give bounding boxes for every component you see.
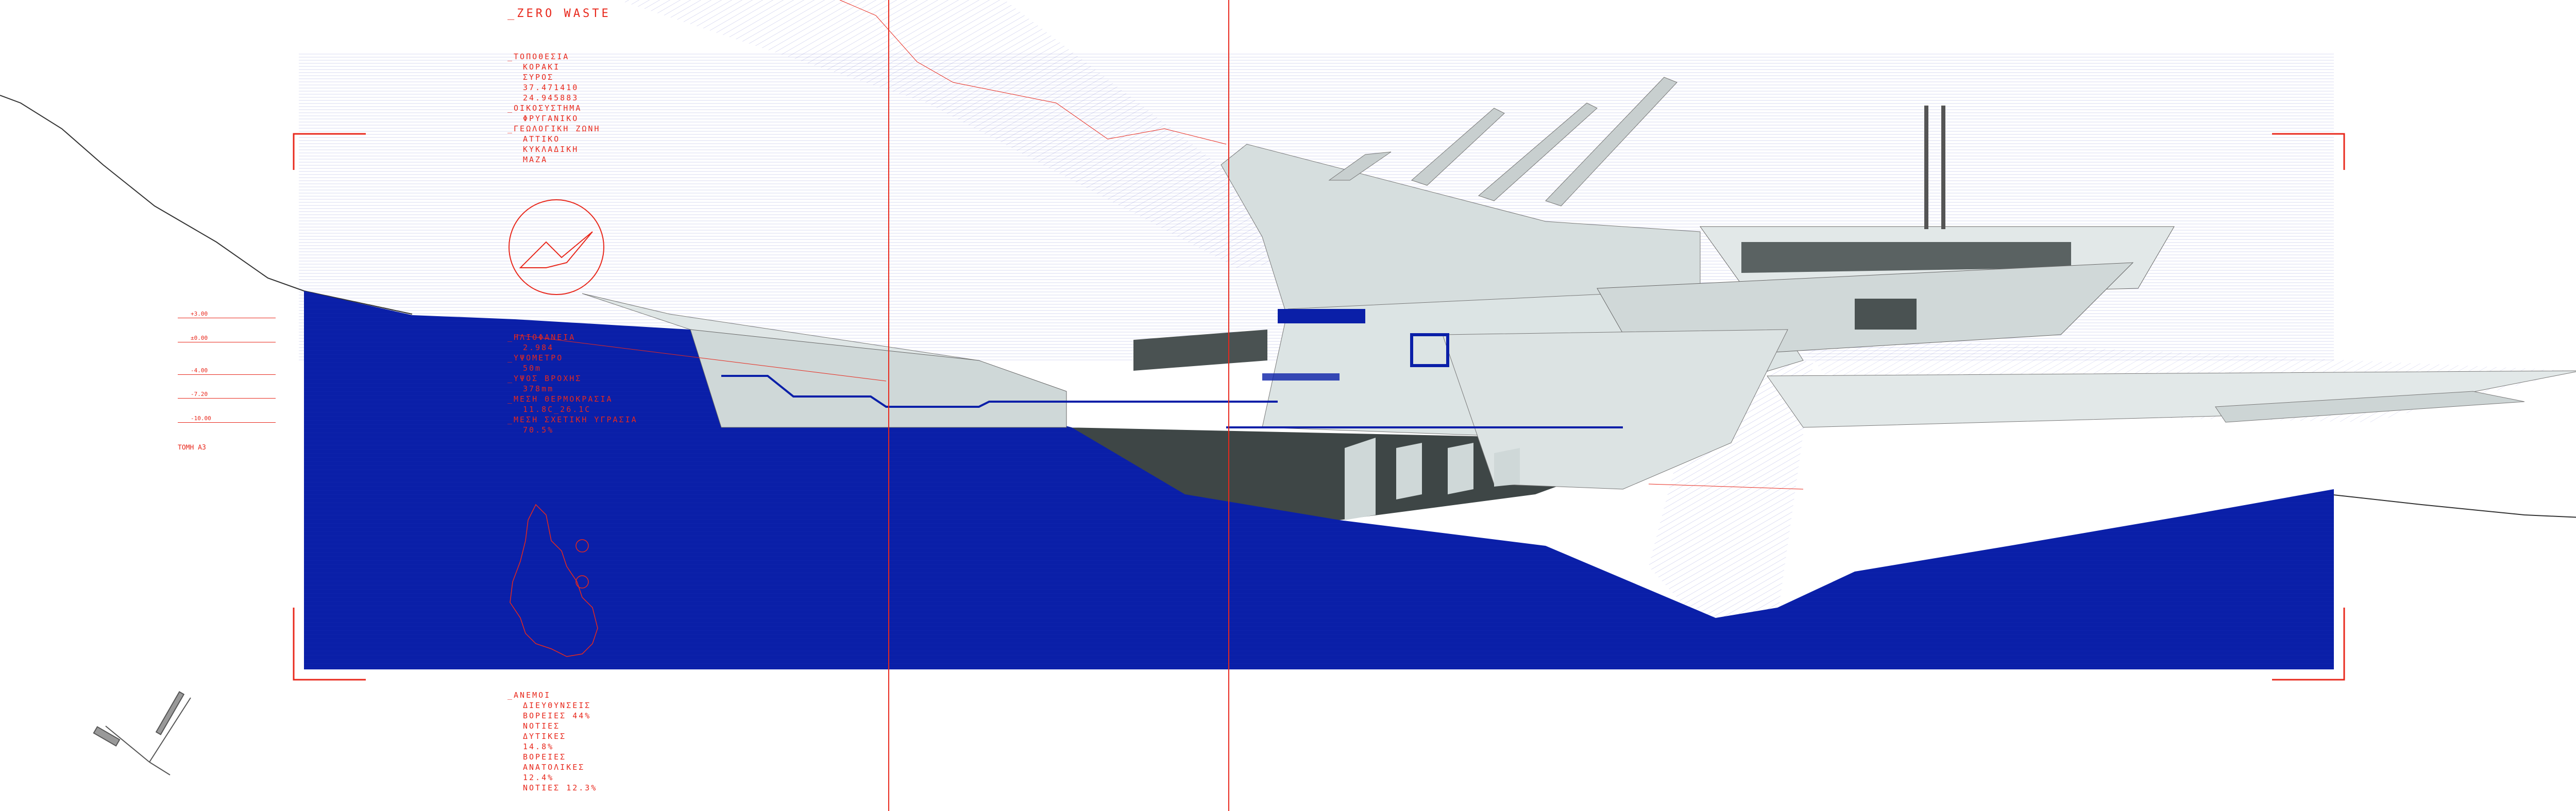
- terrain-profile-right: [2328, 494, 2576, 518]
- wind-info-block: _ΑΝΕΜΟΙ ΔΙΕΥΘΥΝΣΕΙΣ ΒΟΡΕΙΕΣ 44% ΝΟΤΙΕΣ Δ…: [507, 691, 598, 792]
- site-info-block: _ΤΟΠΟΘΕΣΙΑ ΚΟΡΑΚΙ ΣΥΡΟΣ 37.471410 24.945…: [507, 52, 601, 164]
- climate-info-block: _ΗΛΙΟΦΑΝΕΙΑ 2.984 _ΥΨΟΜΕΤΡΟ 50m _ΥΨΟΣ ΒΡ…: [507, 333, 638, 435]
- level-label: -4.00: [191, 367, 208, 374]
- level-label: -10.00: [191, 415, 211, 422]
- section-label: ΤΟΜΗ Α3: [178, 444, 206, 452]
- info-label-geology: _ΓΕΩΛΟΓΙΚΗ ΖΩΝΗ: [507, 124, 601, 133]
- level-label: -7.20: [191, 391, 208, 398]
- info-label-ecosystem: _ΟΙΚΟΣΥΣΤΗΜΑ: [507, 103, 582, 113]
- level-label: +3.00: [191, 310, 208, 317]
- section-drawing: [0, 0, 2576, 811]
- drawing-title: _ZERO WASTE: [507, 7, 611, 20]
- north-arrow-icon: [93, 691, 191, 775]
- info-label-location: _ΤΟΠΟΘΕΣΙΑ: [507, 52, 570, 61]
- level-label: ±0.00: [191, 335, 208, 341]
